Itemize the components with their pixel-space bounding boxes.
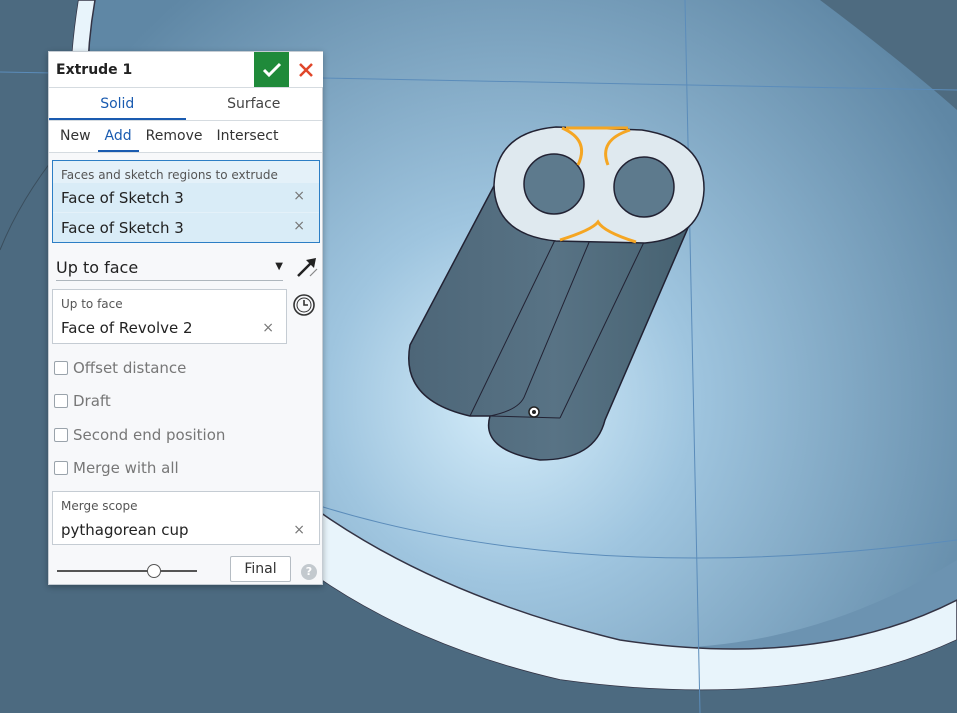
merge-scope-value: pythagorean cup — [61, 521, 189, 539]
operation-remove[interactable]: Remove — [139, 121, 210, 152]
operation-bar: New Add Remove Intersect — [49, 121, 322, 153]
clear-face-button[interactable]: × — [262, 320, 274, 336]
help-icon[interactable]: ? — [301, 564, 317, 580]
cancel-button[interactable] — [289, 52, 323, 87]
operation-new[interactable]: New — [53, 121, 98, 152]
body-type-tabs: Solid Surface — [49, 88, 322, 121]
accept-button[interactable] — [254, 52, 289, 87]
rollback-slider[interactable] — [57, 564, 197, 578]
dialog-title: Extrude 1 — [56, 62, 133, 78]
flip-direction-button[interactable] — [295, 255, 319, 279]
clear-scope-button[interactable]: × — [293, 522, 305, 538]
dialog-header: Extrude 1 — [49, 52, 323, 88]
selection-item-label: Face of Sketch 3 — [61, 219, 184, 237]
merge-with-all-checkbox[interactable]: Merge with all — [54, 458, 179, 478]
checkbox-label: Draft — [73, 392, 111, 410]
operation-add[interactable]: Add — [97, 121, 139, 152]
operation-intersect[interactable]: Intersect — [209, 121, 285, 152]
second-end-position-checkbox[interactable]: Second end position — [54, 425, 225, 445]
offset-distance-checkbox[interactable]: Offset distance — [54, 358, 186, 378]
tab-solid[interactable]: Solid — [49, 88, 186, 120]
up-to-face-field[interactable]: Up to face Face of Revolve 2 × — [52, 289, 287, 344]
chevron-down-icon: ▼ — [275, 261, 283, 272]
checkbox-label: Merge with all — [73, 459, 179, 477]
merge-scope-field[interactable]: Merge scope pythagorean cup × — [52, 491, 320, 545]
selection-item-label: Face of Sketch 3 — [61, 189, 184, 207]
close-icon — [299, 62, 313, 77]
checkbox-box[interactable] — [54, 461, 68, 475]
slider-thumb[interactable] — [147, 564, 161, 578]
selection-item[interactable]: Face of Sketch 3 × — [53, 183, 319, 212]
checkbox-label: Second end position — [73, 426, 226, 444]
arrow-icon — [297, 258, 318, 277]
clear-selection-button[interactable]: × — [293, 218, 305, 234]
end-type-dropdown[interactable]: Up to face ▼ — [56, 255, 283, 281]
extrude-dialog: Extrude 1 Solid Surface New Add Remove I… — [48, 51, 323, 585]
merge-scope-label: Merge scope — [61, 499, 138, 513]
up-to-face-label: Up to face — [61, 297, 123, 311]
checkbox-box[interactable] — [54, 361, 68, 375]
end-type-value: Up to face — [56, 258, 139, 277]
check-icon — [262, 62, 281, 77]
clear-selection-button[interactable]: × — [293, 188, 305, 204]
history-button[interactable] — [292, 293, 316, 317]
final-button[interactable]: Final — [230, 556, 291, 582]
checkbox-label: Offset distance — [73, 359, 187, 377]
checkbox-box[interactable] — [54, 428, 68, 442]
faces-selection-field[interactable]: Faces and sketch regions to extrude Face… — [52, 160, 320, 243]
draft-checkbox[interactable]: Draft — [54, 391, 111, 411]
faces-selection-label: Faces and sketch regions to extrude — [61, 168, 278, 182]
clock-icon — [293, 294, 315, 316]
up-to-face-value: Face of Revolve 2 — [61, 319, 193, 337]
tab-surface[interactable]: Surface — [186, 88, 323, 120]
checkbox-box[interactable] — [54, 394, 68, 408]
slider-track[interactable] — [57, 570, 197, 572]
selection-item[interactable]: Face of Sketch 3 × — [53, 213, 319, 242]
